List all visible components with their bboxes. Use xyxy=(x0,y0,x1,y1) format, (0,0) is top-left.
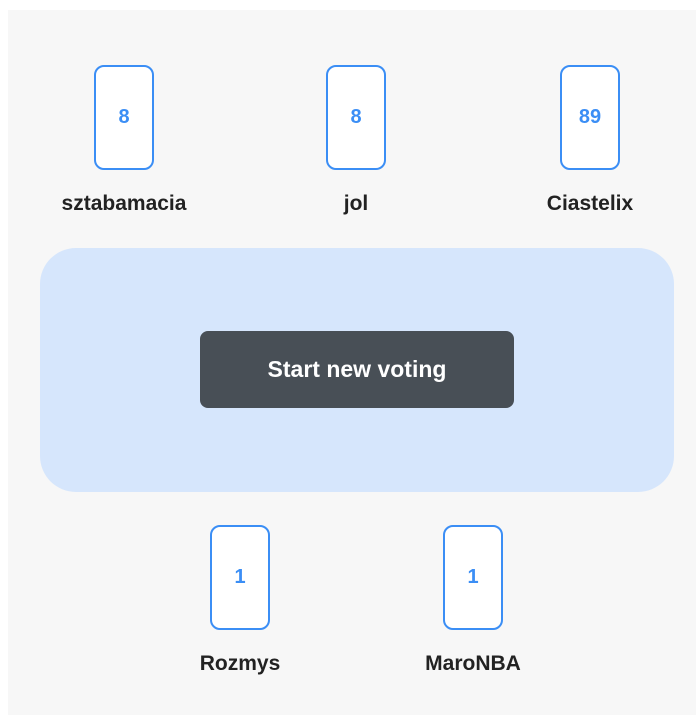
player-seat: 1 MaroNBA xyxy=(393,525,553,676)
player-name: MaroNBA xyxy=(425,652,521,675)
vote-card: 89 xyxy=(560,65,620,170)
player-name: sztabamacia xyxy=(61,192,187,215)
vote-card: 1 xyxy=(210,525,270,630)
player-name: Rozmys xyxy=(199,652,281,675)
start-new-voting-button[interactable]: Start new voting xyxy=(200,331,514,408)
player-seat: 89 Ciastelix xyxy=(510,65,670,216)
player-seat: 8 sztabamacia xyxy=(44,65,204,216)
player-name: jol xyxy=(343,192,369,215)
vote-card: 1 xyxy=(443,525,503,630)
vote-card: 8 xyxy=(326,65,386,170)
player-seat: 1 Rozmys xyxy=(160,525,320,676)
player-name: Ciastelix xyxy=(546,192,634,215)
vote-card: 8 xyxy=(94,65,154,170)
player-seat: 8 jol xyxy=(276,65,436,216)
